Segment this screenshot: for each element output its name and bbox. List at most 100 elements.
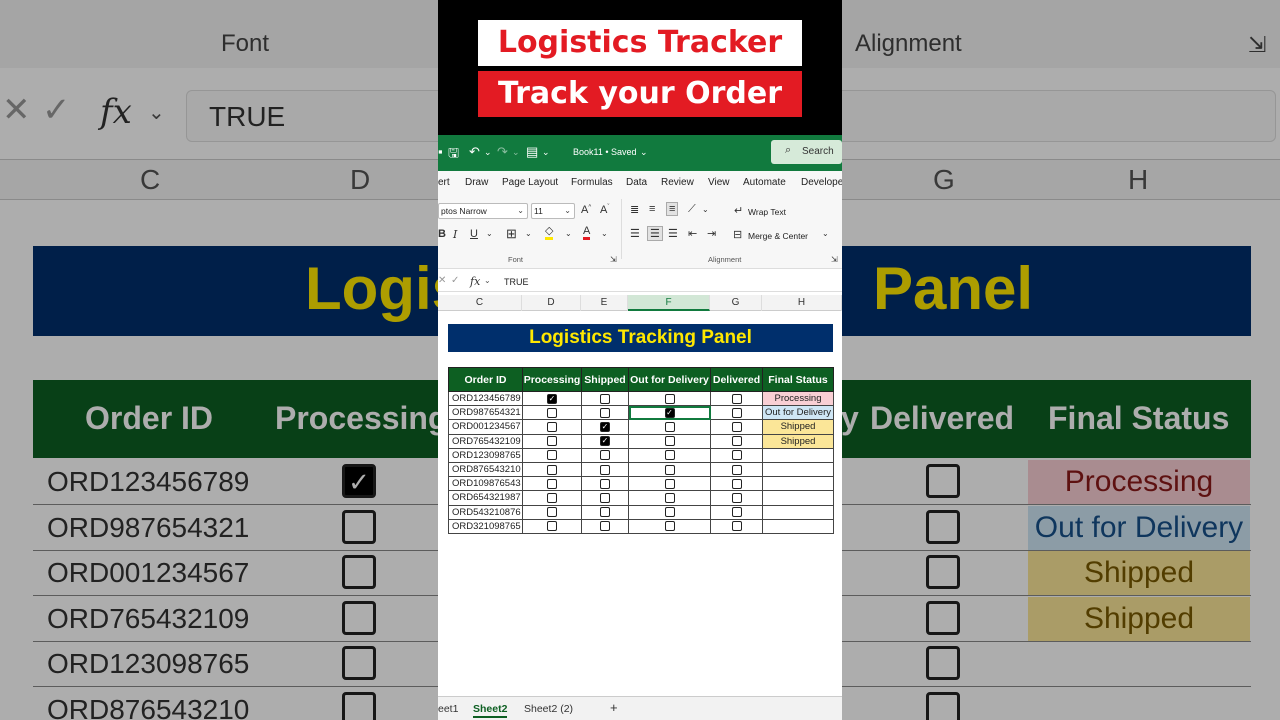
order-id-cell[interactable]: ORD123456789 — [448, 390, 523, 407]
align-top-icon[interactable]: ≣ — [630, 203, 639, 216]
processing-cell[interactable] — [522, 490, 582, 506]
col-header-f[interactable]: F — [628, 295, 710, 311]
formula-input[interactable]: TRUE — [504, 277, 529, 287]
delivered-cell[interactable] — [710, 518, 763, 534]
delivered-cell[interactable] — [710, 476, 763, 492]
shipped-cell[interactable] — [581, 461, 629, 478]
delivered-checkbox[interactable] — [731, 421, 742, 432]
shipped-checkbox[interactable] — [600, 464, 610, 475]
decrease-font-icon[interactable]: Aˇ — [600, 204, 609, 216]
align-middle-icon[interactable]: ≡ — [649, 203, 655, 215]
final-status-cell[interactable]: Shipped — [762, 419, 834, 435]
sheet-tab-sheet1[interactable]: eet1 — [438, 703, 458, 715]
add-sheet-button[interactable]: + — [610, 700, 618, 715]
delivered-checkbox[interactable] — [731, 521, 742, 532]
processing-checkbox[interactable] — [547, 464, 557, 475]
final-status-cell[interactable]: Out for Delivery — [762, 405, 834, 421]
out-cell[interactable] — [628, 433, 711, 449]
processing-cell[interactable] — [522, 518, 582, 534]
processing-cell[interactable] — [522, 433, 582, 449]
shipped-cell[interactable] — [581, 518, 629, 534]
delivered-checkbox[interactable] — [731, 393, 742, 404]
shipped-checkbox[interactable] — [600, 450, 610, 461]
fill-dropdown-icon[interactable]: ⌄ — [565, 229, 572, 238]
merge-center-icon[interactable]: ⊟ — [733, 228, 742, 241]
col-header-d[interactable]: D — [522, 295, 581, 311]
delivered-cell[interactable] — [710, 433, 763, 449]
bold-icon[interactable]: B — [438, 228, 446, 240]
shipped-checkbox[interactable] — [600, 478, 610, 489]
order-id-cell[interactable]: ORD123098765 — [448, 447, 523, 463]
tab-automate[interactable]: Automate — [743, 177, 786, 188]
borders-icon[interactable]: ⊞ — [506, 226, 517, 242]
final-status-cell[interactable] — [762, 518, 834, 534]
form-icon[interactable]: ▤ — [526, 144, 538, 160]
processing-cell[interactable] — [522, 405, 582, 421]
order-id-cell[interactable]: ORD765432109 — [448, 433, 523, 449]
customize-toolbar-icon[interactable]: ⌄ — [542, 147, 550, 158]
out-cell[interactable] — [628, 476, 711, 492]
shipped-checkbox[interactable]: ✓ — [600, 436, 610, 447]
col-header-g[interactable]: G — [710, 295, 762, 311]
decrease-indent-icon[interactable]: ⇤ — [688, 227, 697, 240]
tab-formulas[interactable]: Formulas — [571, 177, 613, 188]
wrap-text-icon[interactable]: ↵ — [734, 204, 743, 217]
worksheet-grid[interactable]: Logistics Tracking Panel Order ID Proces… — [438, 311, 842, 696]
fx-icon[interactable]: fx — [470, 275, 480, 288]
order-id-cell[interactable]: ORD654321987 — [448, 490, 523, 506]
tab-review[interactable]: Review — [661, 177, 694, 188]
font-name-select[interactable]: ptos Narrow ⌄ — [438, 203, 528, 219]
out-cell[interactable] — [628, 461, 711, 478]
order-id-cell[interactable]: ORD321098765 — [448, 518, 523, 534]
processing-checkbox[interactable] — [547, 421, 557, 432]
final-status-cell[interactable]: Shipped — [762, 433, 834, 449]
redo-icon[interactable]: ↷ — [497, 144, 508, 160]
processing-cell[interactable] — [522, 504, 582, 520]
increase-font-icon[interactable]: A^ — [581, 204, 591, 216]
delivered-checkbox[interactable] — [731, 450, 742, 461]
out-checkbox[interactable] — [664, 450, 675, 461]
shipped-cell[interactable] — [581, 490, 629, 506]
processing-cell[interactable]: ✓ — [522, 390, 582, 407]
tab-view[interactable]: View — [708, 177, 730, 188]
order-id-cell[interactable]: ORD001234567 — [448, 419, 523, 435]
final-status-cell[interactable] — [762, 490, 834, 506]
processing-checkbox[interactable] — [547, 478, 557, 489]
delivered-cell[interactable] — [710, 490, 763, 506]
align-left-icon[interactable]: ☰ — [630, 227, 640, 240]
undo-dropdown-icon[interactable]: ⌄ — [484, 147, 492, 158]
merge-dropdown-icon[interactable]: ⌄ — [822, 229, 829, 238]
out-cell[interactable] — [628, 518, 711, 534]
out-checkbox[interactable] — [664, 393, 675, 404]
processing-checkbox[interactable] — [547, 407, 557, 418]
font-color-icon[interactable]: A — [583, 226, 591, 240]
out-cell[interactable] — [628, 390, 711, 407]
out-cell[interactable] — [628, 504, 711, 520]
out-cell[interactable] — [628, 490, 711, 506]
delivered-cell[interactable] — [710, 419, 763, 435]
processing-checkbox[interactable] — [547, 492, 557, 503]
processing-checkbox[interactable] — [547, 450, 557, 461]
formula-dropdown-icon[interactable]: ⌄ — [484, 276, 491, 285]
order-id-cell[interactable]: ORD987654321 — [448, 405, 523, 421]
processing-checkbox[interactable] — [547, 521, 557, 532]
shipped-checkbox[interactable] — [600, 521, 610, 532]
processing-cell[interactable] — [522, 447, 582, 463]
save-icon[interactable]: 🖫 — [448, 144, 459, 166]
processing-cell[interactable] — [522, 476, 582, 492]
tab-draw[interactable]: Draw — [465, 177, 488, 188]
align-right-icon[interactable]: ☰ — [668, 227, 678, 240]
delivered-checkbox[interactable] — [731, 407, 742, 418]
shipped-checkbox[interactable] — [600, 507, 610, 518]
processing-cell[interactable] — [522, 461, 582, 478]
merge-center-button[interactable]: Merge & Center — [748, 231, 808, 241]
shipped-cell[interactable]: ✓ — [581, 419, 629, 435]
sheet-tab-sheet2-copy[interactable]: Sheet2 (2) — [524, 703, 573, 715]
enter-icon[interactable]: ✓ — [451, 275, 459, 286]
tab-developer[interactable]: Develope — [801, 177, 842, 188]
shipped-checkbox[interactable]: ✓ — [600, 421, 610, 432]
out-checkbox[interactable] — [664, 421, 675, 432]
orientation-icon[interactable]: ⟋ — [688, 203, 696, 216]
shipped-checkbox[interactable] — [600, 393, 610, 404]
font-size-select[interactable]: 11 ⌄ — [531, 203, 575, 219]
